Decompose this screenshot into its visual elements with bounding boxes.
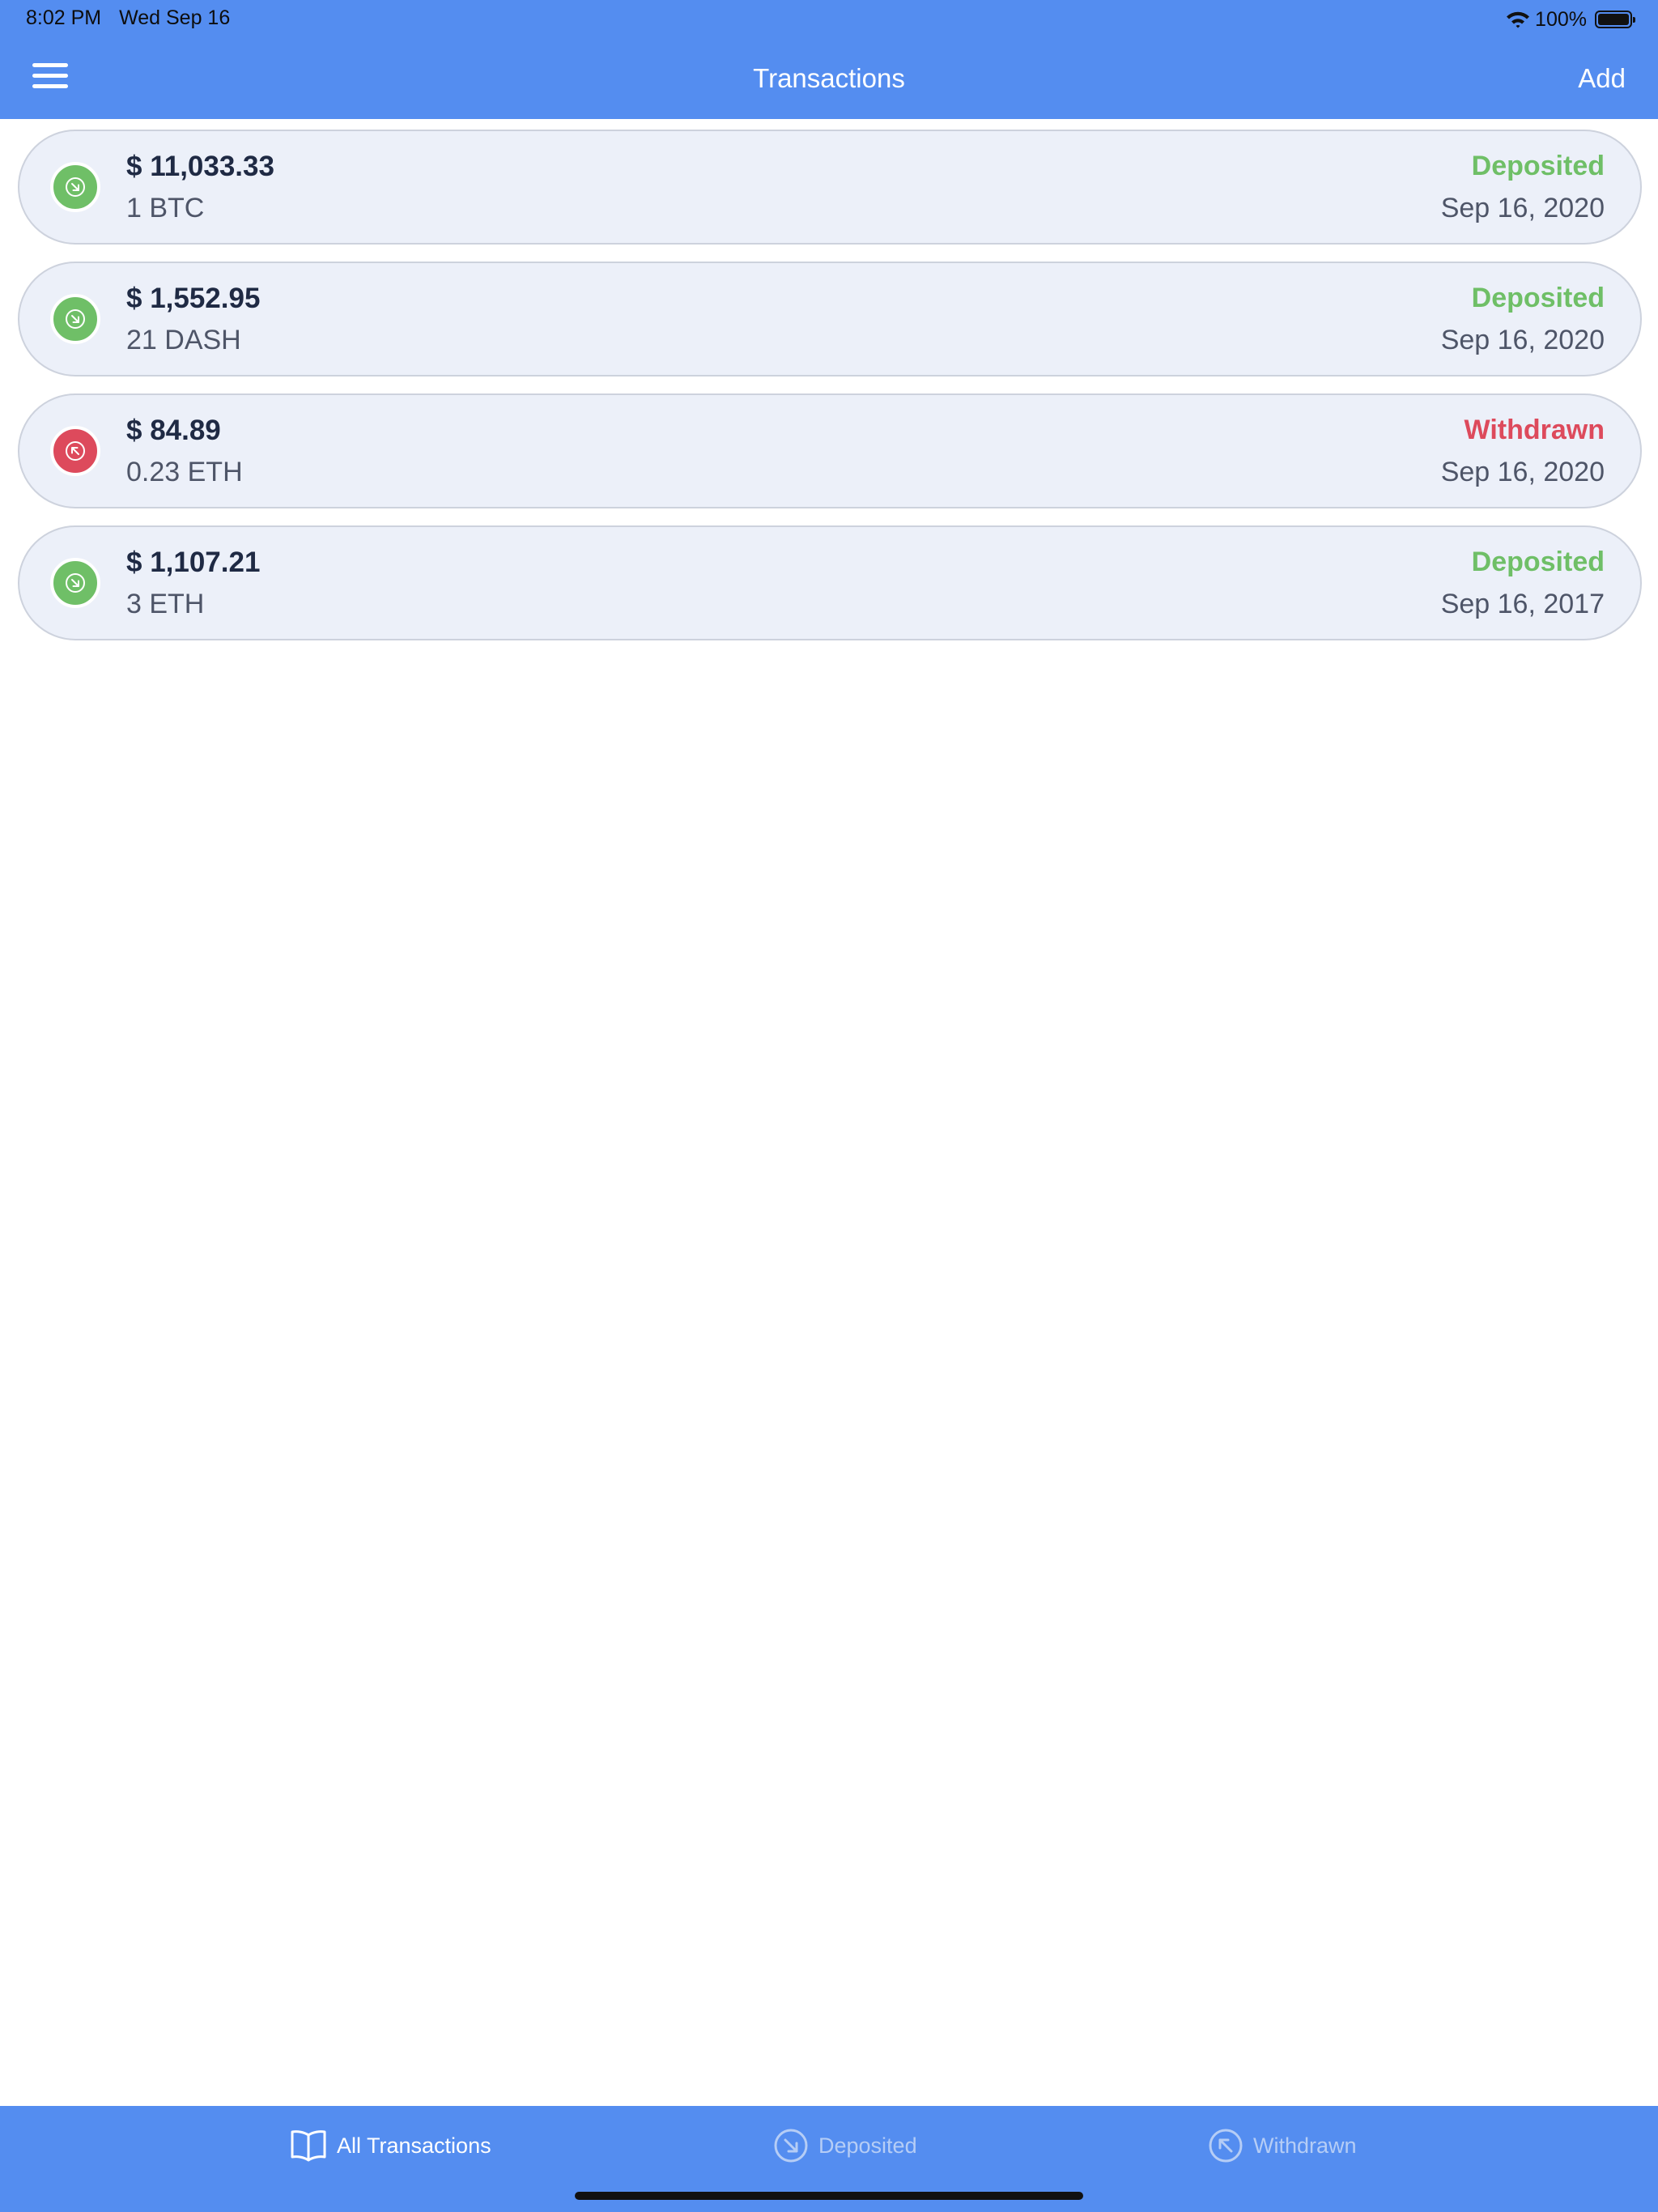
book-icon	[290, 2129, 327, 2162]
transaction-amount: $ 1,552.95	[126, 283, 261, 314]
status-date: Wed Sep 16	[119, 6, 231, 29]
transaction-amount: $ 11,033.33	[126, 151, 274, 182]
status-bar-left: 8:02 PM Wed Sep 16	[26, 6, 230, 30]
transaction-quantity: 0.23 ETH	[126, 457, 243, 487]
navigation-bar: 8:02 PM Wed Sep 16 100% Transactions Add	[0, 0, 1658, 119]
battery-icon	[1595, 11, 1635, 28]
deposit-arrow-icon	[50, 558, 100, 608]
transaction-status: Deposited	[1471, 151, 1605, 181]
home-indicator	[575, 2192, 1083, 2200]
transaction-row[interactable]: $ 1,107.21 3 ETH Deposited Sep 16, 2017	[18, 525, 1642, 640]
transaction-row[interactable]: $ 11,033.33 1 BTC Deposited Sep 16, 2020	[18, 130, 1642, 245]
transaction-list: $ 11,033.33 1 BTC Deposited Sep 16, 2020…	[18, 130, 1642, 657]
wifi-icon	[1506, 11, 1530, 28]
transaction-row[interactable]: $ 84.89 0.23 ETH Withdrawn Sep 16, 2020	[18, 393, 1642, 508]
tab-bar: All Transactions Deposited Withdrawn	[0, 2106, 1658, 2212]
withdraw-arrow-icon	[50, 426, 100, 476]
transaction-row[interactable]: $ 1,552.95 21 DASH Deposited Sep 16, 202…	[18, 262, 1642, 376]
transaction-amount: $ 1,107.21	[126, 547, 261, 578]
transaction-quantity: 3 ETH	[126, 589, 205, 619]
transaction-date: Sep 16, 2020	[1440, 193, 1605, 223]
arrow-down-right-circle-icon	[773, 2128, 809, 2163]
status-bar-right: 100%	[1506, 6, 1635, 32]
tab-label: Deposited	[818, 2133, 917, 2158]
add-button[interactable]: Add	[1578, 63, 1626, 94]
tab-label: All Transactions	[337, 2133, 491, 2158]
page-title: Transactions	[753, 63, 905, 93]
arrow-up-left-circle-icon	[1208, 2128, 1244, 2163]
tab-label: Withdrawn	[1253, 2133, 1357, 2158]
tab-withdrawn[interactable]: Withdrawn	[1208, 2125, 1357, 2166]
deposit-arrow-icon	[50, 294, 100, 344]
transaction-status: Deposited	[1471, 283, 1605, 313]
transaction-date: Sep 16, 2017	[1440, 589, 1605, 619]
transaction-quantity: 1 BTC	[126, 193, 205, 223]
tab-all-transactions[interactable]: All Transactions	[290, 2125, 491, 2166]
battery-percentage: 100%	[1535, 7, 1587, 31]
status-time: 8:02 PM	[26, 6, 102, 29]
transaction-date: Sep 16, 2020	[1440, 325, 1605, 355]
transaction-date: Sep 16, 2020	[1440, 457, 1605, 487]
transaction-status: Withdrawn	[1464, 415, 1605, 445]
transaction-amount: $ 84.89	[126, 415, 221, 446]
tab-deposited[interactable]: Deposited	[773, 2125, 917, 2166]
transaction-quantity: 21 DASH	[126, 325, 241, 355]
deposit-arrow-icon	[50, 162, 100, 212]
transaction-status: Deposited	[1471, 547, 1605, 577]
